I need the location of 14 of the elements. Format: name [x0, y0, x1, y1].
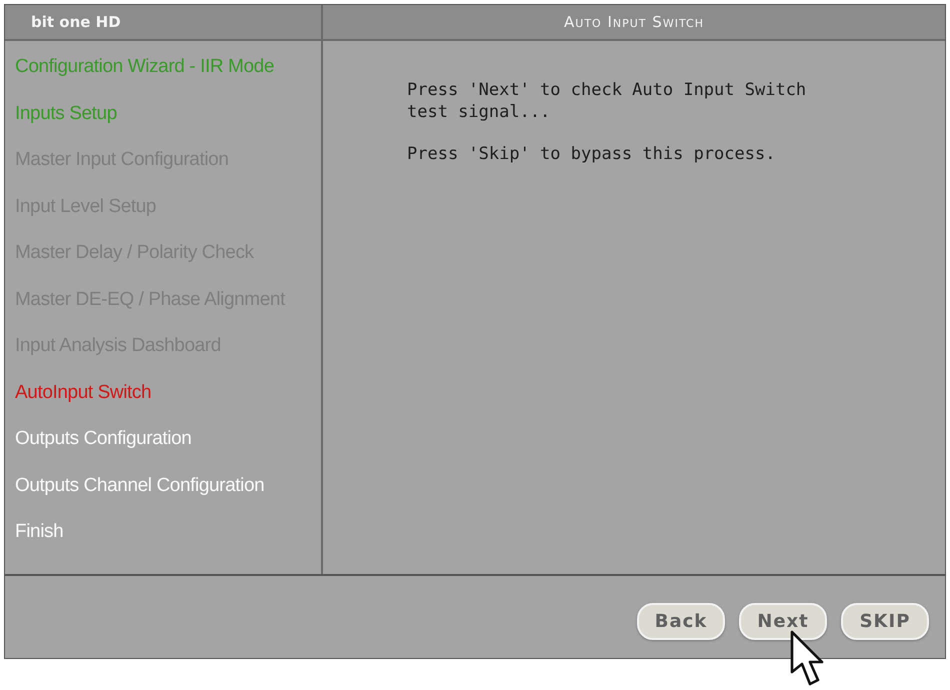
instruction-text: Press 'Skip' to bypass this process. — [407, 143, 776, 165]
wizard-button[interactable]: SKIP — [841, 603, 929, 640]
wizard-button[interactable]: Back — [637, 603, 725, 640]
wizard-step: Configuration Wizard - IIR Mode — [15, 56, 321, 102]
wizard-step: AutoInput Switch — [15, 382, 321, 428]
wizard-step: Outputs Channel Configuration — [15, 474, 321, 521]
page-title: Auto Input Switch — [563, 12, 705, 33]
wizard-step: Inputs Setup — [15, 102, 321, 149]
wizard-step: Outputs Configuration — [15, 428, 321, 474]
instruction-text: Press 'Next' to check Auto Input Switch test signal... — [407, 79, 808, 123]
pointer-cursor-icon — [790, 630, 826, 688]
wizard-step: Finish — [15, 521, 321, 568]
wizard-button[interactable]: Next — [739, 603, 827, 640]
brand-name: bit one HD — [5, 5, 323, 39]
